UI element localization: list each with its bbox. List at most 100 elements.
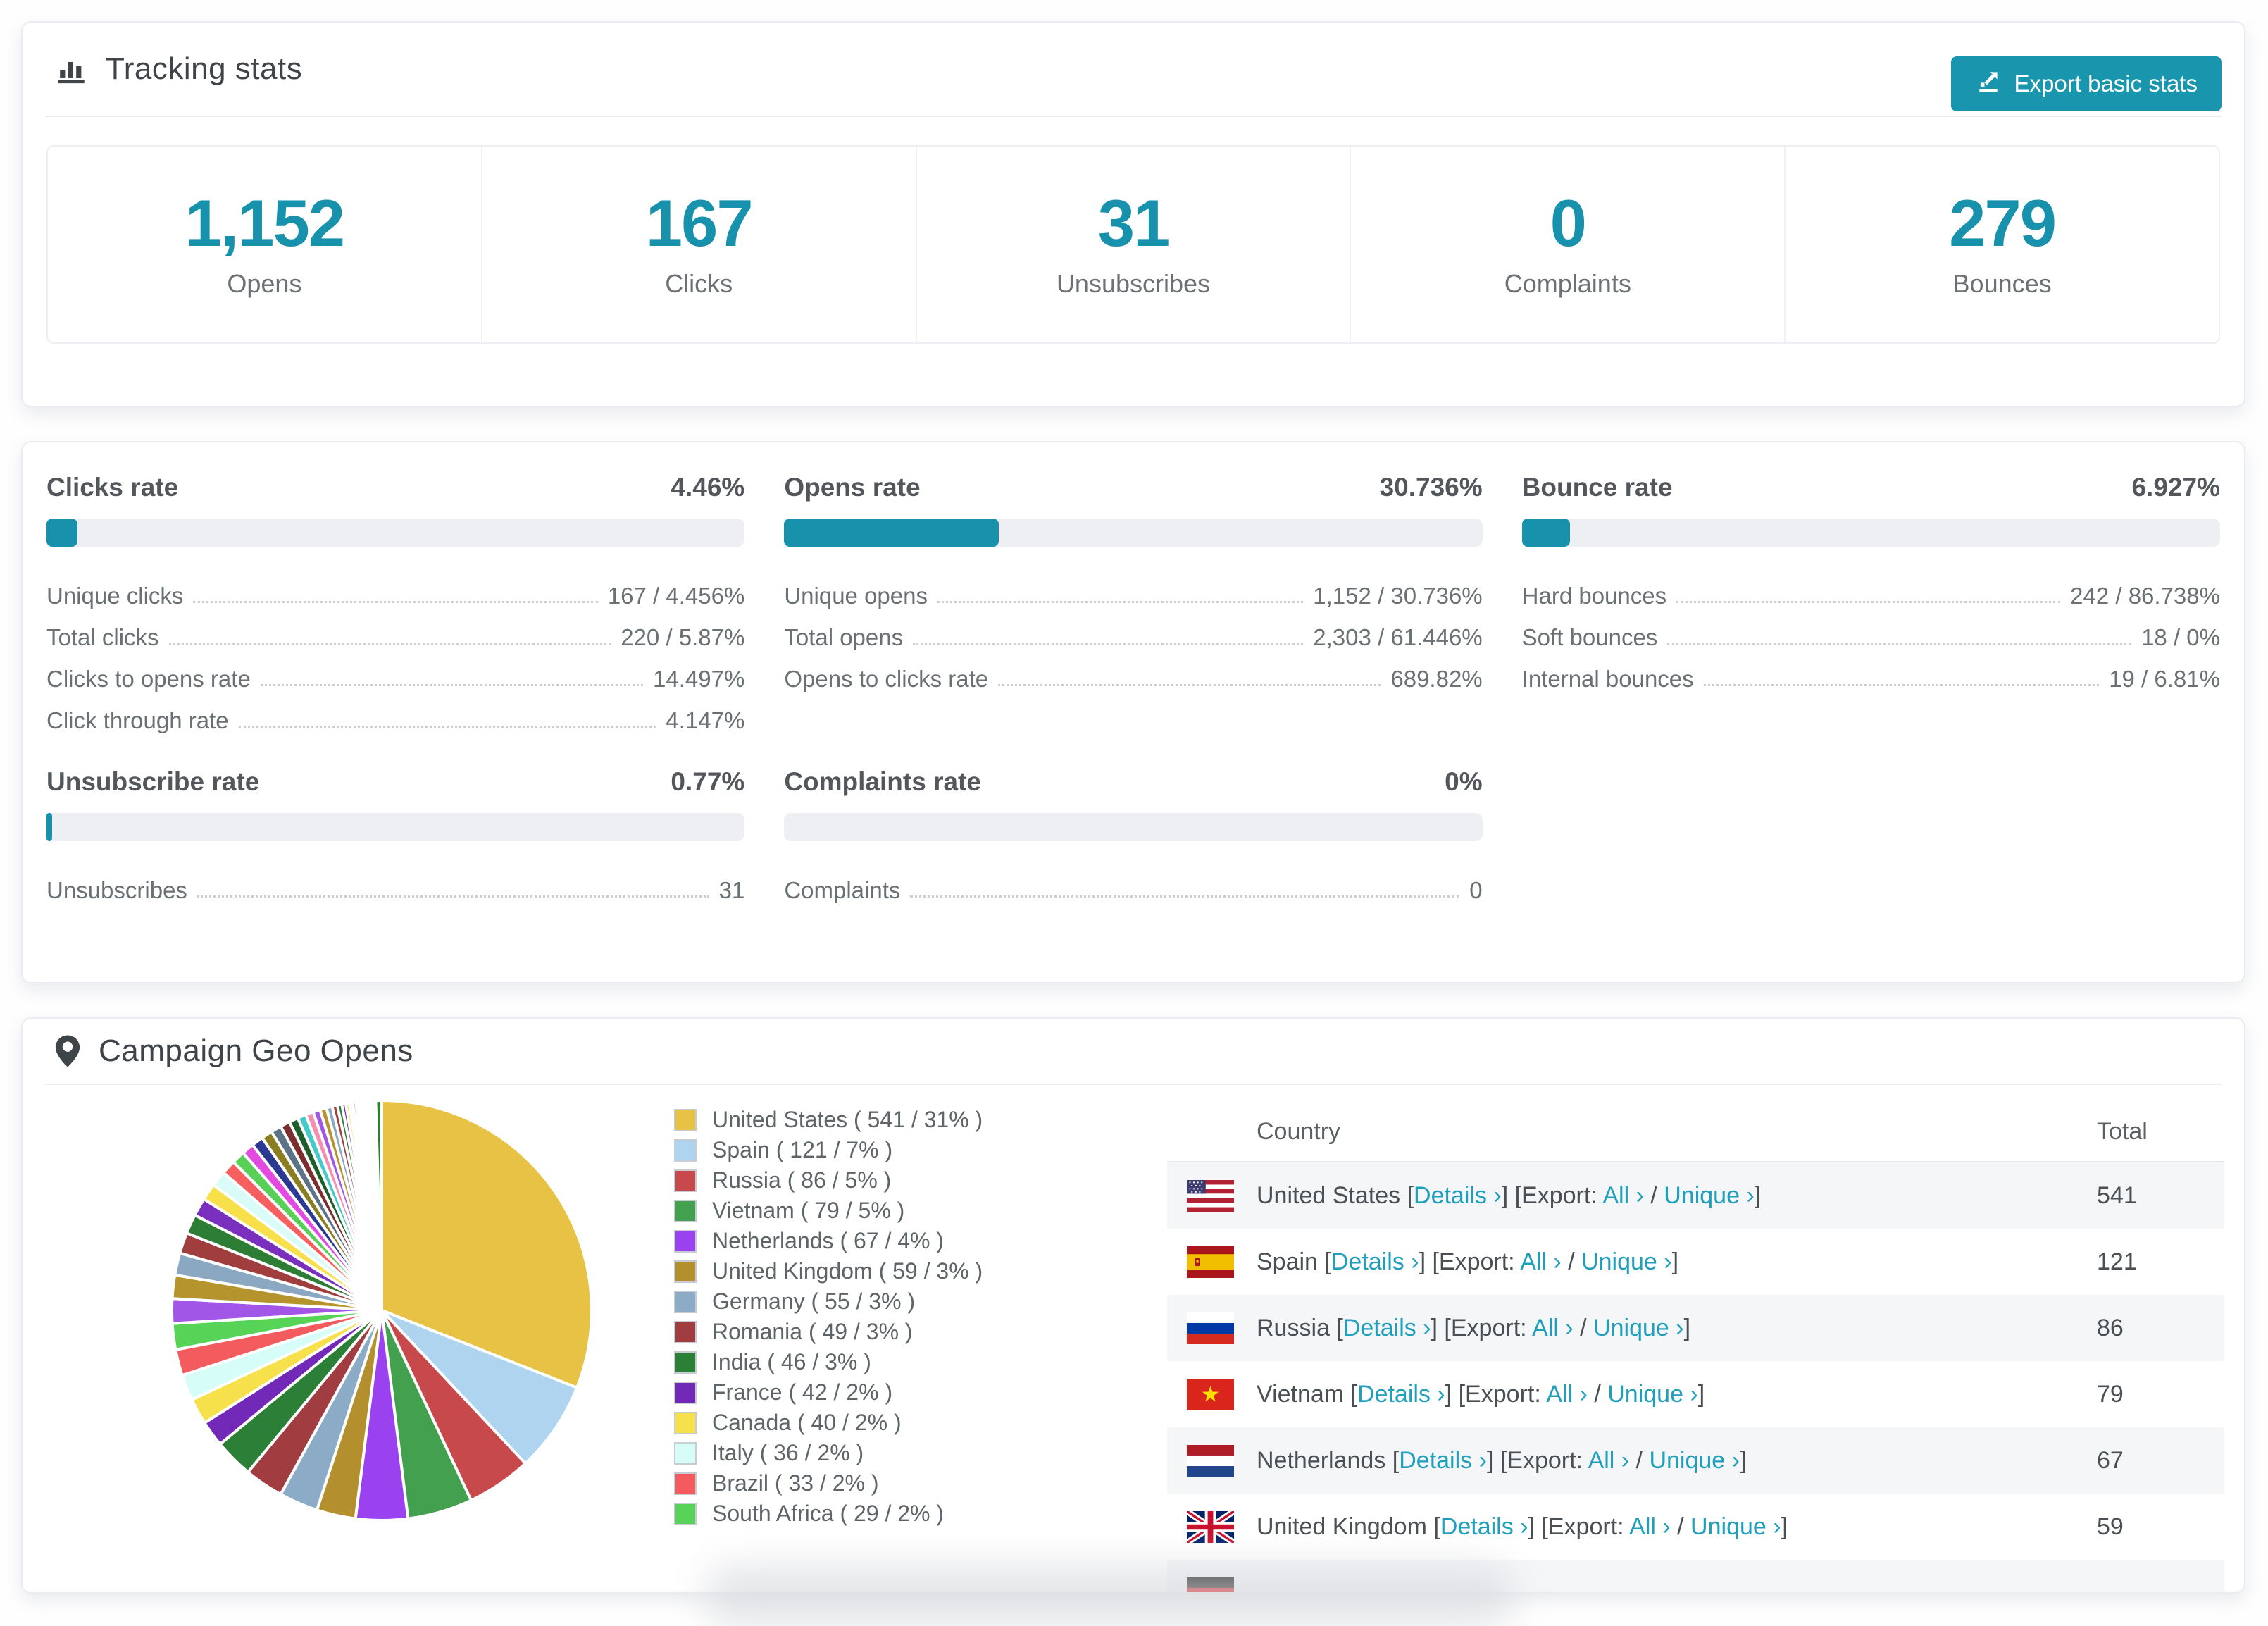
rate-stat-rows: Unique opens 1,152 / 30.736% Total opens 2,… xyxy=(784,568,1482,693)
stat-row-label: Unsubscribes xyxy=(46,877,187,904)
legend-label: South Africa ( 29 / 2% ) xyxy=(712,1501,945,1526)
details-link[interactable]: Details › xyxy=(1399,1447,1487,1474)
export-unique-link[interactable]: Unique › xyxy=(1581,1248,1672,1275)
stat-row: Total opens 2,303 / 61.446% xyxy=(784,609,1482,651)
rate-value: 30.736% xyxy=(1379,473,1483,502)
stat-row-value: 689.82% xyxy=(1390,666,1483,693)
legend-item-france: France ( 42 / 2% ) xyxy=(674,1377,983,1408)
details-link[interactable]: Details › xyxy=(1357,1381,1445,1408)
country-cell: Spain [Details ›] [Export: All › / Uniqu… xyxy=(1257,1248,1679,1275)
geo-pie-chart xyxy=(170,1098,593,1522)
rate-title: Opens rate xyxy=(784,473,921,502)
geo-table-row-united-states: United States [Details ›] [Export: All ›… xyxy=(1167,1162,2224,1229)
details-link[interactable]: Details › xyxy=(1331,1248,1419,1275)
rate-value: 6.927% xyxy=(2131,473,2220,502)
summary-stat-unsubscribes: 31 Unsubscribes xyxy=(917,147,1352,342)
geo-header: Campaign Geo Opens xyxy=(23,1019,2244,1084)
summary-stat-complaints: 0 Complaints xyxy=(1351,147,1786,342)
progress-bar xyxy=(784,813,1483,841)
geo-title: Campaign Geo Opens xyxy=(99,1034,413,1068)
geo-table-row-vietnam: Vietnam [Details ›] [Export: All › / Uni… xyxy=(1167,1361,2224,1427)
legend-item-india: India ( 46 / 3% ) xyxy=(674,1347,983,1377)
total-cell: 67 xyxy=(2097,1446,2124,1474)
progress-fill xyxy=(1521,519,1571,547)
export-all-link[interactable]: All › xyxy=(1629,1513,1671,1540)
legend-swatch xyxy=(674,1290,697,1313)
legend-label: United States ( 541 / 31% ) xyxy=(712,1107,983,1132)
rates-card: Clicks rate 4.46% Unique clicks 167 / 4.456… xyxy=(21,441,2245,983)
rate-section-complaints-rate: Complaints rate 0% Complaints 0 xyxy=(784,762,1483,904)
column-header-country: Country xyxy=(1257,1117,1341,1145)
header-divider xyxy=(45,116,2222,117)
total-cell: 79 xyxy=(2097,1380,2124,1408)
legend-label: Netherlands ( 67 / 4% ) xyxy=(712,1228,945,1253)
summary-stats-strip: 1,152 Opens 167 Clicks 31 Unsubscribes 0 Compla… xyxy=(46,145,2220,344)
legend-swatch xyxy=(674,1320,697,1343)
summary-stat-label: Opens xyxy=(227,269,302,298)
flag-vn-icon xyxy=(1187,1378,1234,1410)
legend-label: Brazil ( 33 / 2% ) xyxy=(712,1470,879,1496)
progress-bar xyxy=(1521,519,2220,547)
summary-stat-label: Clicks xyxy=(665,269,733,298)
rate-title: Complaints rate xyxy=(784,767,981,796)
export-all-link[interactable]: All › xyxy=(1520,1248,1562,1275)
stat-row-label: Unique opens xyxy=(784,583,928,609)
summary-stat-value: 31 xyxy=(1097,186,1171,260)
legend-label: Italy ( 36 / 2% ) xyxy=(712,1440,864,1465)
summary-stat-label: Bounces xyxy=(1952,269,2052,298)
legend-swatch xyxy=(674,1441,697,1465)
legend-swatch xyxy=(674,1411,697,1434)
export-unique-link[interactable]: Unique › xyxy=(1690,1513,1781,1540)
total-cell: 86 xyxy=(2097,1314,2124,1341)
legend-swatch xyxy=(674,1502,697,1525)
summary-stat-label: Unsubscribes xyxy=(1056,269,1211,298)
legend-label: United Kingdom ( 59 / 3% ) xyxy=(712,1258,983,1284)
export-all-link[interactable]: All › xyxy=(1532,1315,1574,1341)
export-basic-stats-button[interactable]: Export basic stats xyxy=(1950,56,2222,111)
legend-label: Russia ( 86 / 5% ) xyxy=(712,1167,892,1193)
country-cell: Russia [Details ›] [Export: All › / Uniq… xyxy=(1257,1314,1691,1341)
export-unique-link[interactable]: Unique › xyxy=(1649,1447,1740,1474)
rate-stat-rows: Complaints 0 xyxy=(784,862,1482,904)
legend-swatch xyxy=(674,1381,697,1404)
stat-row-value: 220 / 5.87% xyxy=(621,624,745,651)
rate-section-bounce-rate: Bounce rate 6.927% Hard bounces 242 / 86.73… xyxy=(1521,468,2220,734)
rate-section-opens-rate: Opens rate 30.736% Unique opens 1,152 / 30.… xyxy=(784,468,1483,734)
export-unique-link[interactable]: Unique › xyxy=(1607,1381,1698,1408)
bar-chart-icon xyxy=(55,53,87,85)
export-unique-link[interactable]: Unique › xyxy=(1664,1182,1755,1209)
export-unique-link[interactable]: Unique › xyxy=(1593,1315,1684,1341)
legend-swatch xyxy=(674,1260,697,1283)
stat-row-value: 19 / 6.81% xyxy=(2109,666,2220,693)
legend-swatch xyxy=(674,1199,697,1222)
total-cell: 59 xyxy=(2097,1513,2124,1540)
rate-title: Unsubscribe rate xyxy=(46,767,260,796)
flag-nl-icon xyxy=(1187,1444,1234,1477)
details-link[interactable]: Details › xyxy=(1440,1513,1528,1540)
details-link[interactable]: Details › xyxy=(1414,1182,1502,1209)
legend-swatch xyxy=(674,1138,697,1162)
export-all-link[interactable]: All › xyxy=(1602,1182,1644,1209)
progress-bar xyxy=(46,813,745,841)
dotted-leader xyxy=(1667,643,2132,645)
column-header-total: Total xyxy=(2097,1117,2148,1145)
progress-fill xyxy=(46,519,78,547)
legend-label: India ( 46 / 3% ) xyxy=(712,1349,871,1374)
geo-table-row-russia: Russia [Details ›] [Export: All › / Uniq… xyxy=(1167,1295,2224,1361)
stat-row: Unique clicks 167 / 4.456% xyxy=(46,568,744,609)
export-all-link[interactable]: All › xyxy=(1588,1447,1630,1474)
stat-row-value: 1,152 / 30.736% xyxy=(1313,583,1483,609)
details-link[interactable]: Details › xyxy=(1343,1315,1431,1341)
legend-label: Germany ( 55 / 3% ) xyxy=(712,1289,916,1314)
dotted-leader xyxy=(1703,684,2100,686)
stat-row-label: Internal bounces xyxy=(1521,666,1694,693)
export-all-link[interactable]: All › xyxy=(1546,1381,1588,1408)
legend-item-south-africa: South Africa ( 29 / 2% ) xyxy=(674,1498,983,1529)
legend-item-canada: Canada ( 40 / 2% ) xyxy=(674,1408,983,1438)
stat-row-value: 2,303 / 61.446% xyxy=(1313,624,1483,651)
legend-label: France ( 42 / 2% ) xyxy=(712,1379,893,1405)
progress-fill xyxy=(46,813,52,841)
summary-stat-bounces: 279 Bounces xyxy=(1786,147,2219,342)
campaign-geo-opens-card: Campaign Geo Opens United States ( 541 /… xyxy=(21,1017,2245,1594)
geo-table-header: Country Total xyxy=(1167,1102,2224,1162)
